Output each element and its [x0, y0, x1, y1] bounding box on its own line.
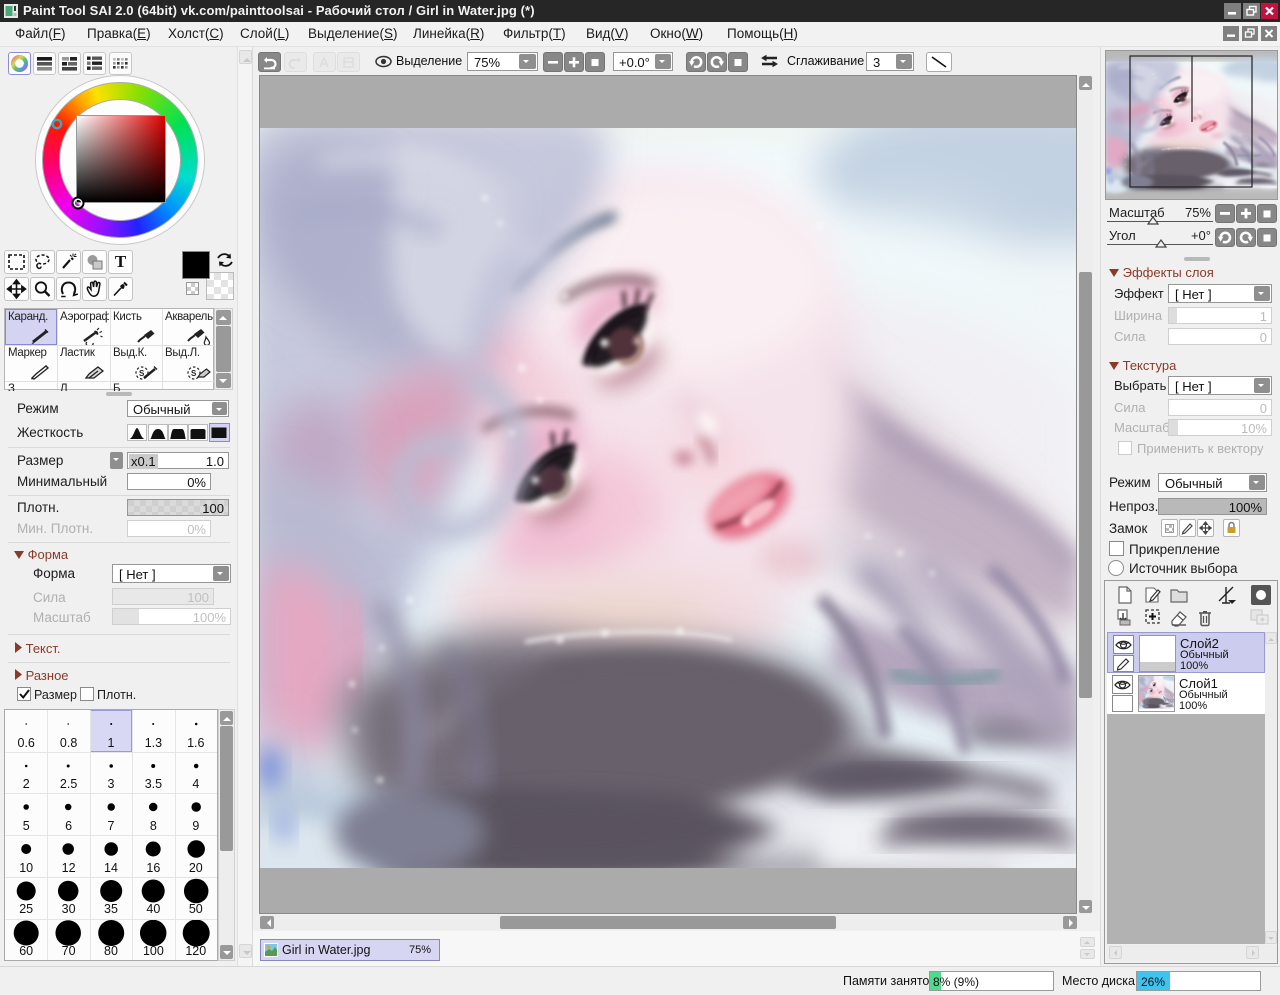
svg-text:S: S: [191, 369, 197, 378]
